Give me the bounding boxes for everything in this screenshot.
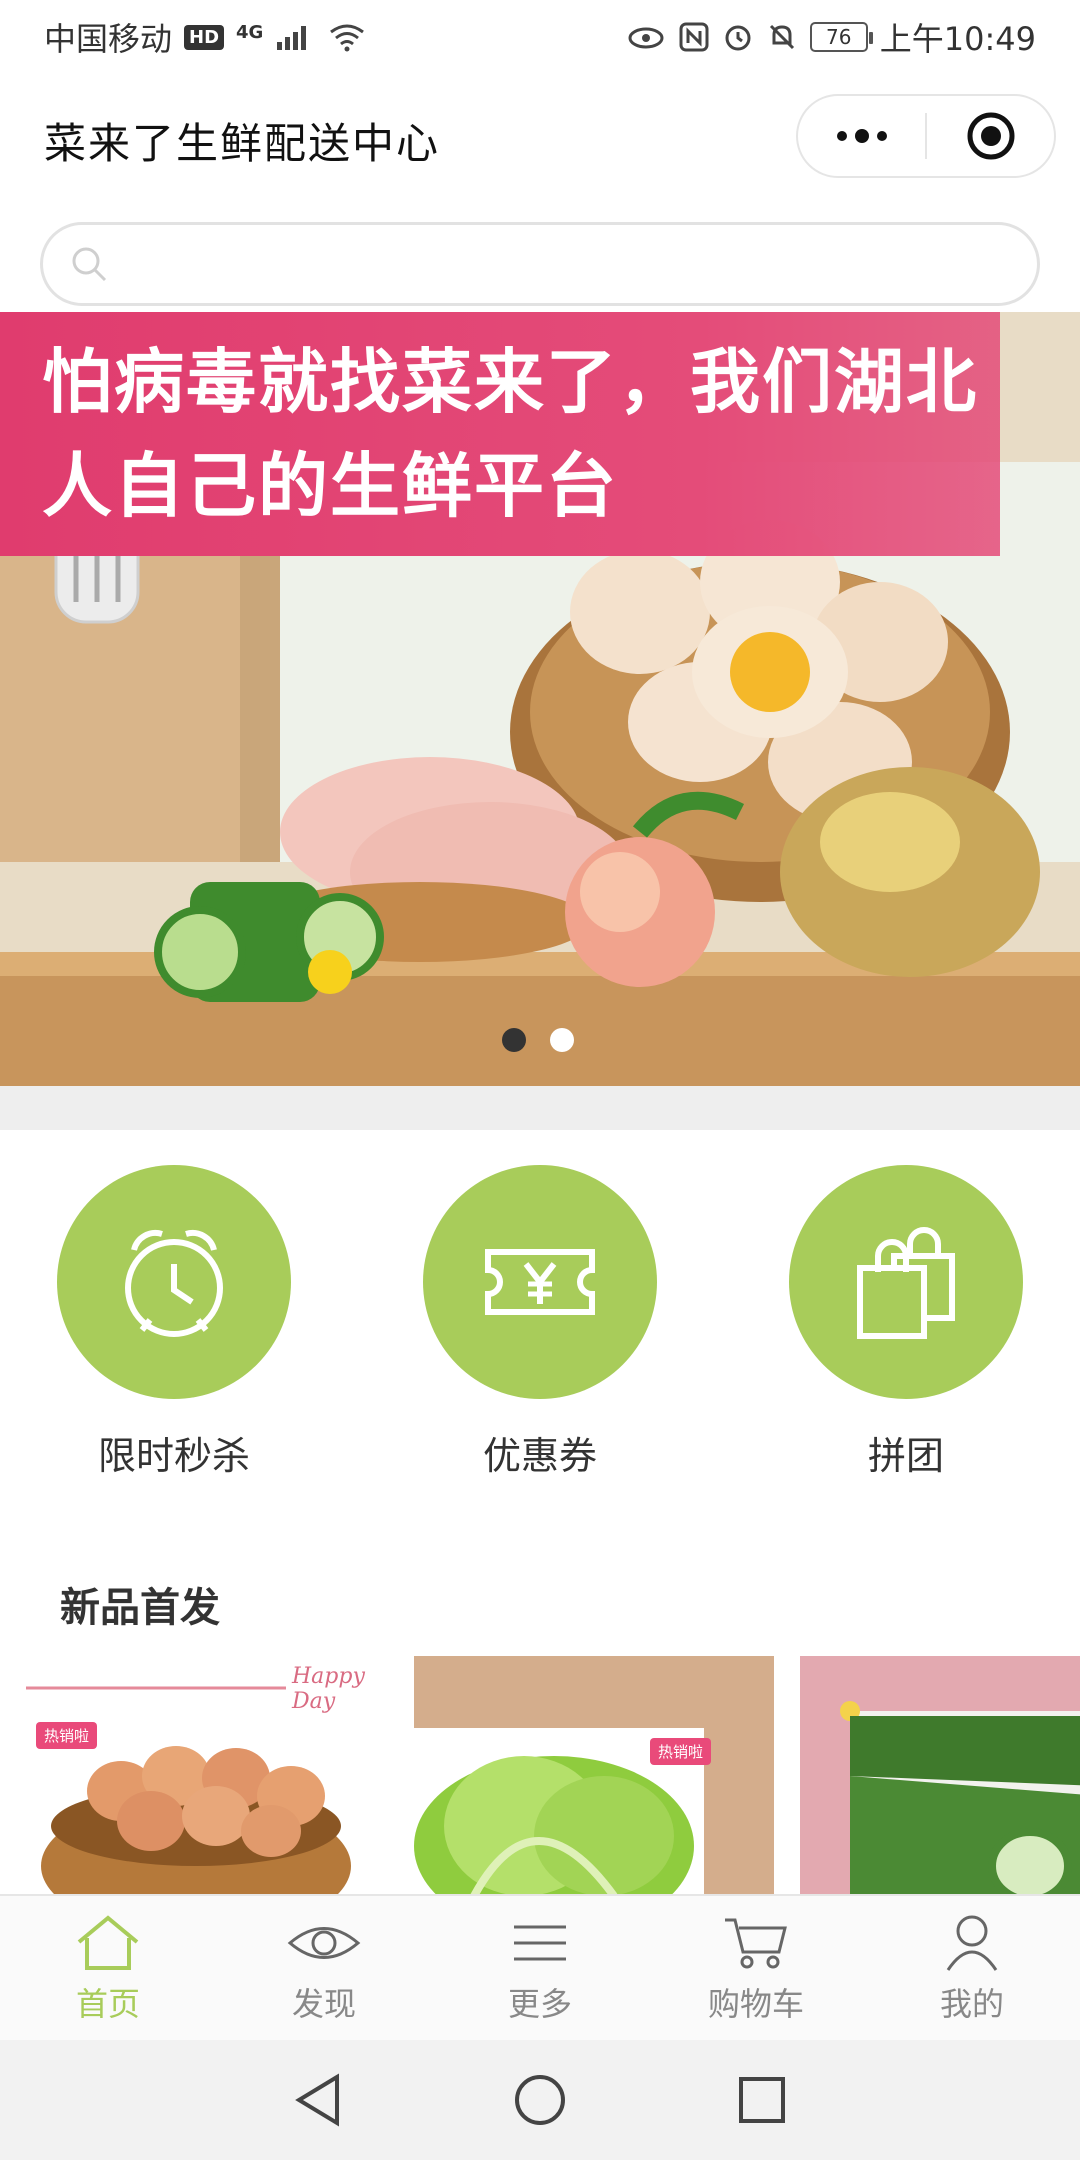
carrier-label: 中国移动 xyxy=(44,20,173,58)
eye-icon xyxy=(287,1927,361,1959)
tab-label: 发现 xyxy=(291,1985,356,2023)
quick-action-circle xyxy=(57,1165,291,1399)
tab-label: 首页 xyxy=(75,1985,140,2023)
product-card[interactable] xyxy=(800,1656,1080,1896)
user-icon xyxy=(946,1915,998,1971)
promo-banner[interactable]: 怕病毒就找菜来了，我们湖北人自己的生鲜平台 xyxy=(0,312,1080,1086)
hot-sale-tag: 热销啦 xyxy=(36,1722,98,1749)
close-miniprogram-button[interactable] xyxy=(927,96,1054,176)
carousel-dot-active[interactable] xyxy=(502,1028,526,1052)
product-image-lettuce xyxy=(414,1728,704,1896)
eye-care-icon xyxy=(628,27,664,49)
wifi-icon xyxy=(330,24,365,52)
tab-home[interactable]: 首页 xyxy=(0,1896,216,2040)
status-bar: 中国移动 HD 4G 76 上午10:49 xyxy=(0,0,1080,74)
banner-headline: 怕病毒就找菜来了，我们湖北人自己的生鲜平台 xyxy=(42,341,978,527)
more-dots-icon xyxy=(836,129,887,143)
new-products-row: Happy Day 热销啦 热销啦 xyxy=(26,1656,1080,1896)
target-circle-icon xyxy=(967,112,1014,160)
network-type: 4G xyxy=(236,21,264,43)
product-card[interactable]: Happy Day 热销啦 xyxy=(26,1656,396,1896)
more-button[interactable] xyxy=(798,96,925,176)
product-card[interactable]: 热销啦 xyxy=(414,1656,774,1896)
tab-label: 购物车 xyxy=(707,1985,804,2023)
carousel-dots xyxy=(502,1028,574,1052)
battery-indicator: 76 xyxy=(809,22,873,52)
bottom-tab-bar: 首页 发现 更多 购物车 我的 xyxy=(0,1894,1080,2040)
tab-profile[interactable]: 我的 xyxy=(864,1896,1080,2040)
search-bar[interactable] xyxy=(40,222,1040,306)
quick-action-label: 优惠券 xyxy=(482,1434,597,1478)
section-title-new-products: 新品首发 xyxy=(60,1585,220,1631)
home-icon xyxy=(77,1915,139,1970)
tab-label: 我的 xyxy=(939,1985,1004,2023)
menu-lines-icon xyxy=(514,1925,566,1961)
home-circle-icon[interactable] xyxy=(513,2073,567,2127)
product-banner-text: Happy Day xyxy=(292,1664,365,1714)
tab-more[interactable]: 更多 xyxy=(432,1896,648,2040)
quick-action-label: 拼团 xyxy=(867,1434,944,1478)
quick-action-label: 限时秒杀 xyxy=(97,1434,250,1478)
alarm-clock-icon xyxy=(125,1230,223,1337)
carousel-dot[interactable] xyxy=(550,1028,574,1052)
alarm-icon xyxy=(725,25,751,51)
product-image-luffa xyxy=(840,1701,1080,1896)
app-header: 菜来了生鲜配送中心 xyxy=(0,88,1080,184)
clock-time: 上午10:49 xyxy=(879,20,1036,58)
page-title: 菜来了生鲜配送中心 xyxy=(44,119,441,168)
system-navigation-bar xyxy=(0,2040,1080,2160)
quick-action-flash-sale[interactable]: 限时秒杀 xyxy=(57,1165,291,1480)
search-input[interactable] xyxy=(119,234,1037,294)
hd-badge: HD xyxy=(184,24,225,50)
search-icon xyxy=(72,247,107,282)
nfc-icon xyxy=(679,22,709,52)
quick-action-circle xyxy=(789,1165,1023,1399)
hot-sale-tag: 热销啦 xyxy=(650,1738,712,1765)
recents-square-icon[interactable] xyxy=(737,2075,787,2125)
shopping-bags-icon xyxy=(857,1227,955,1339)
cart-icon xyxy=(725,1918,787,1969)
signal-icon xyxy=(277,26,307,50)
tab-discover[interactable]: 发现 xyxy=(216,1896,432,2040)
back-triangle-icon[interactable] xyxy=(293,2073,343,2127)
mute-bell-icon xyxy=(769,24,794,50)
tab-label: 更多 xyxy=(507,1985,572,2023)
quick-action-circle xyxy=(423,1165,657,1399)
quick-action-group-buy[interactable]: 拼团 xyxy=(789,1165,1023,1480)
miniprogram-capsule xyxy=(796,94,1056,178)
quick-action-coupon[interactable]: 优惠券 xyxy=(423,1165,657,1480)
coupon-ticket-icon xyxy=(485,1249,595,1315)
section-divider xyxy=(0,1086,1080,1130)
tab-cart[interactable]: 购物车 xyxy=(648,1896,864,2040)
